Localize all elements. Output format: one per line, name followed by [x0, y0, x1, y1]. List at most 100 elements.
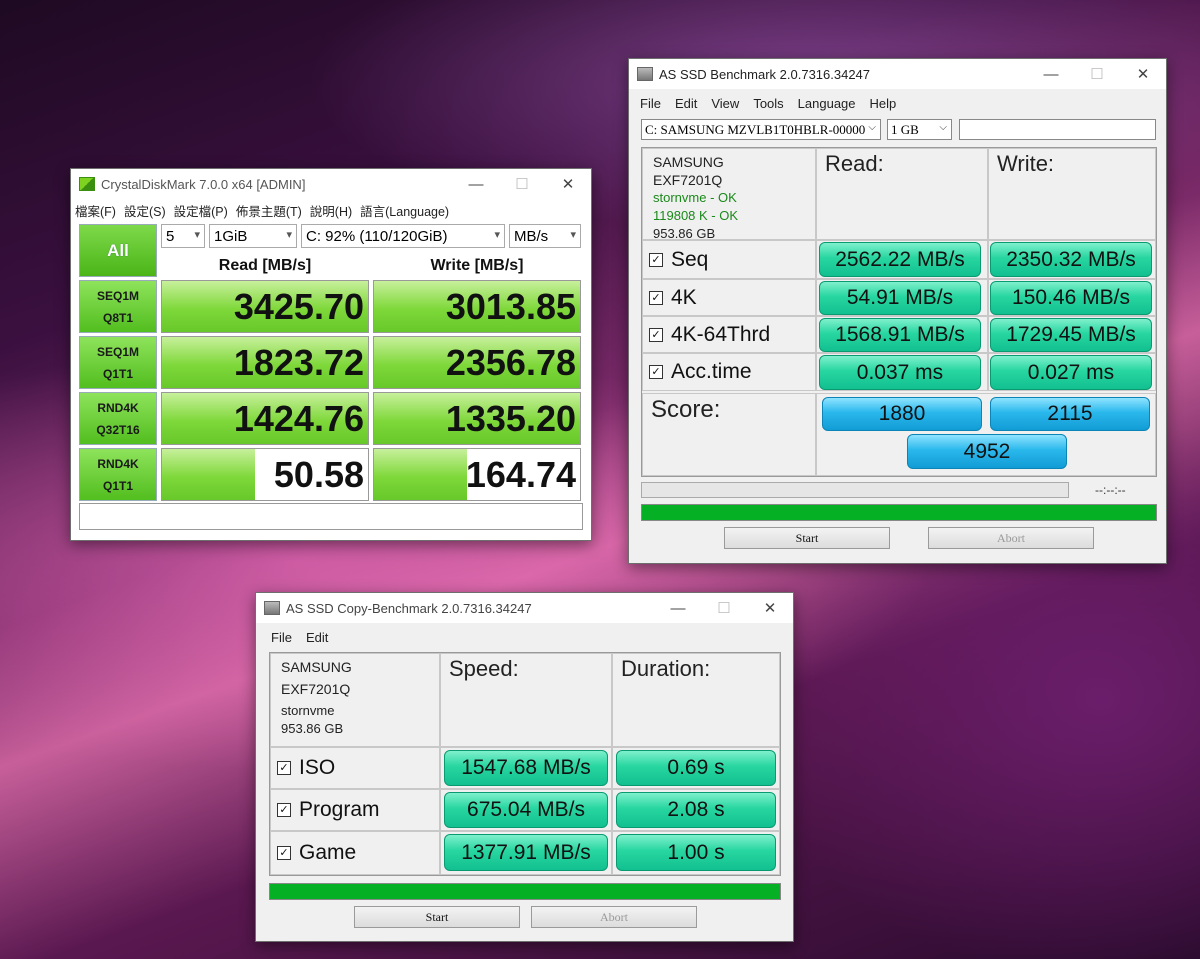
menu-settings[interactable]: 設定(S): [124, 201, 166, 220]
menu-theme[interactable]: 佈景主題(T): [236, 201, 302, 220]
menu-edit[interactable]: Edit: [675, 96, 697, 111]
chevron-down-icon: ⌵: [868, 122, 876, 133]
cdm-title: CrystalDiskMark 7.0.0 x64 [ADMIN]: [101, 176, 306, 192]
row-game[interactable]: ✓ Game: [270, 831, 440, 875]
drive-vendor: SAMSUNG: [653, 154, 724, 170]
result-bar: [162, 449, 255, 500]
comment-field[interactable]: [79, 503, 583, 530]
menu-file[interactable]: File: [640, 96, 661, 111]
crystaldiskmark-icon: [79, 177, 95, 191]
close-icon[interactable]: ✕: [545, 169, 591, 199]
menu-file[interactable]: File: [271, 630, 292, 645]
read-result: 1823.72: [161, 336, 369, 389]
checkbox-checked-icon[interactable]: ✓: [649, 365, 663, 379]
crystaldiskmark-window: CrystalDiskMark 7.0.0 x64 [ADMIN] — ☐ ✕ …: [70, 168, 592, 541]
test-params: Q1T1: [102, 366, 133, 381]
write-header: Write:: [988, 148, 1156, 240]
row-4k[interactable]: ✓ 4K: [642, 279, 816, 316]
cdm-body: All 5 ▾ 1GiB ▾ C: 92% (110/120GiB) ▾ MB/s ▾ …: [71, 221, 591, 540]
checkbox-checked-icon[interactable]: ✓: [649, 252, 663, 267]
drive-firmware: EXF7201Q: [653, 172, 723, 188]
seq-write-value: 2350.32 MB/s: [990, 242, 1152, 277]
score-total: 4952: [907, 434, 1067, 469]
checkbox-checked-icon[interactable]: ✓: [649, 327, 663, 342]
menu-language[interactable]: Language: [798, 96, 856, 111]
count-select[interactable]: 5 ▾: [161, 224, 205, 248]
abort-button: Abort: [928, 527, 1094, 549]
size-select[interactable]: 1GiB ▾: [209, 224, 297, 248]
write-value: 3013.85: [445, 286, 576, 327]
menu-edit[interactable]: Edit: [306, 630, 328, 645]
row-seq[interactable]: ✓ Seq: [642, 240, 816, 279]
acc-read-value: 0.037 ms: [819, 355, 981, 390]
chevron-down-icon: ▾: [570, 229, 576, 241]
test-button-rnd4k-q1t1[interactable]: RND4K Q1T1: [79, 448, 157, 501]
checkbox-checked-icon[interactable]: ✓: [277, 761, 291, 775]
asssd-titlebar[interactable]: AS SSD Benchmark 2.0.7316.34247 — ☐ ✕: [629, 59, 1166, 89]
chevron-down-icon: ⌵: [939, 122, 947, 133]
4k64-write-value: 1729.45 MB/s: [990, 318, 1152, 352]
close-icon[interactable]: ✕: [747, 593, 793, 623]
checkbox-checked-icon[interactable]: ✓: [277, 803, 291, 817]
checkbox-checked-icon[interactable]: ✓: [277, 846, 291, 860]
chevron-down-icon: ▾: [286, 229, 292, 241]
minimize-icon[interactable]: —: [1028, 59, 1074, 89]
row-acc-time[interactable]: ✓ Acc.time: [642, 353, 816, 391]
test-button-seq1m-q8t1[interactable]: SEQ1M Q8T1: [79, 280, 157, 333]
iso-speed-value: 1547.68 MB/s: [444, 750, 608, 786]
menu-help[interactable]: Help: [870, 96, 897, 111]
size-select[interactable]: 1 GB ⌵: [887, 119, 952, 140]
minimize-icon[interactable]: —: [453, 169, 499, 199]
row-program[interactable]: ✓ Program: [270, 789, 440, 831]
start-button[interactable]: Start: [724, 527, 890, 549]
copy-title: AS SSD Copy-Benchmark 2.0.7316.34247: [286, 600, 532, 616]
copy-titlebar[interactable]: AS SSD Copy-Benchmark 2.0.7316.34247 — ☐…: [256, 593, 793, 623]
all-button[interactable]: All: [79, 224, 157, 277]
duration-header: Duration:: [612, 653, 780, 747]
abort-button: Abort: [531, 906, 697, 928]
menu-view[interactable]: View: [711, 96, 739, 111]
row-4k-64thrd[interactable]: ✓ 4K-64Thrd: [642, 316, 816, 353]
unit-value: MB/s: [514, 227, 549, 245]
test-button-seq1m-q1t1[interactable]: SEQ1M Q1T1: [79, 336, 157, 389]
start-button[interactable]: Start: [354, 906, 520, 928]
close-icon[interactable]: ✕: [1120, 59, 1166, 89]
drive-select[interactable]: C: SAMSUNG MZVLB1T0HBLR-00000 ⌵: [641, 119, 881, 140]
test-params: Q1T1: [102, 478, 133, 493]
drive-info: SAMSUNG EXF7201Q stornvme - OK 119808 K …: [642, 148, 816, 241]
game-duration-value: 1.00 s: [616, 834, 776, 871]
checkbox-checked-icon[interactable]: ✓: [649, 290, 663, 305]
menu-file[interactable]: 檔案(F): [75, 201, 116, 220]
test-button-rnd4k-q32t16[interactable]: RND4K Q32T16: [79, 392, 157, 445]
drive-select[interactable]: C: 92% (110/120GiB) ▾: [301, 224, 505, 248]
menu-help[interactable]: 說明(H): [310, 201, 352, 220]
program-duration-value: 2.08 s: [616, 792, 776, 828]
score-write: 2115: [990, 397, 1150, 431]
4k-write-value: 150.46 MB/s: [990, 281, 1152, 315]
cdm-titlebar[interactable]: CrystalDiskMark 7.0.0 x64 [ADMIN] — ☐ ✕: [71, 169, 591, 199]
as-ssd-benchmark-window: AS SSD Benchmark 2.0.7316.34247 — ☐ ✕ Fi…: [628, 58, 1167, 564]
read-value: 1424.76: [233, 398, 364, 439]
row-iso[interactable]: ✓ ISO: [270, 747, 440, 789]
count-value: 5: [166, 227, 175, 245]
menu-language[interactable]: 語言(Language): [360, 201, 449, 220]
test-name: SEQ1M: [96, 344, 139, 359]
4k64-read-value: 1568.91 MB/s: [819, 318, 981, 352]
progress-bar-empty: [641, 482, 1069, 498]
read-value: 50.58: [273, 454, 364, 495]
chevron-down-icon: ▾: [494, 229, 500, 241]
menu-tools[interactable]: Tools: [753, 96, 783, 111]
unit-select[interactable]: MB/s ▾: [509, 224, 581, 248]
menu-profile[interactable]: 設定檔(P): [174, 201, 228, 220]
seq-read-value: 2562.22 MB/s: [819, 242, 981, 277]
test-name: RND4K: [97, 400, 139, 415]
drive-vendor: SAMSUNG: [281, 659, 352, 675]
progress-bar: [269, 883, 781, 900]
write-value: 2356.78: [445, 342, 576, 383]
write-value: 164.74: [465, 454, 576, 495]
minimize-icon[interactable]: —: [655, 593, 701, 623]
read-result: 1424.76: [161, 392, 369, 445]
test-name: RND4K: [97, 456, 139, 471]
size-value: 1GiB: [214, 227, 248, 245]
search-input[interactable]: [959, 119, 1156, 140]
